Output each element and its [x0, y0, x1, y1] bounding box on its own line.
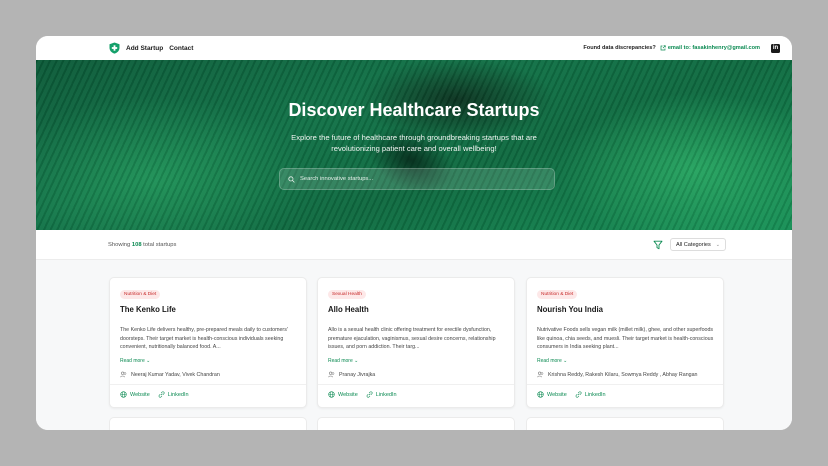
hero-title: Discover Healthcare Startups — [288, 100, 540, 120]
card-links: Website LinkedIn — [328, 391, 405, 398]
card-description: Allo is a sexual health clinic offering … — [328, 327, 496, 351]
filter-icon[interactable] — [653, 240, 663, 250]
chevron-down-icon: ⌄ — [715, 241, 720, 248]
linkedin-label: LinkedIn — [375, 391, 397, 398]
read-more-link[interactable]: Read more ⌄ — [537, 358, 567, 364]
website-link[interactable]: Website — [328, 391, 358, 398]
external-link-icon — [660, 45, 666, 51]
users-icon — [120, 371, 127, 378]
card-links: Website LinkedIn — [537, 391, 614, 398]
results-count: Showing 108 total startups — [108, 242, 176, 248]
founders: Pranay Jivrajka — [328, 371, 375, 378]
linkedin-link[interactable]: LinkedIn — [366, 391, 397, 398]
link-icon — [158, 391, 165, 398]
users-icon — [328, 371, 335, 378]
website-label: Website — [130, 391, 150, 398]
hero-search-box[interactable] — [279, 168, 555, 190]
linkedin-label: LinkedIn — [584, 391, 606, 398]
category-value: All Categories — [675, 241, 711, 248]
read-more-link[interactable]: Read more ⌄ — [328, 358, 358, 364]
nav-right: Found data discrepancies? email to: fasa… — [583, 43, 780, 53]
card-description: Nutrivative Foods sells vegan milk (mill… — [537, 327, 714, 351]
startup-card[interactable]: Nutrition & Diet Nourish You India Nutri… — [526, 277, 724, 408]
globe-icon — [537, 391, 544, 398]
founder-names: Krishna Reddy, Rakesh Kilaru, Sowmya Red… — [548, 371, 698, 378]
card-divider — [318, 384, 514, 385]
card-divider — [527, 384, 723, 385]
read-more-label: Read more — [120, 358, 145, 364]
globe-icon — [120, 391, 127, 398]
linkedin-link[interactable]: LinkedIn — [575, 391, 606, 398]
website-link[interactable]: Website — [537, 391, 567, 398]
startup-card-partial[interactable] — [109, 417, 307, 430]
chevron-down-icon: ⌄ — [146, 358, 151, 364]
add-startup-link[interactable]: Add Startup — [126, 45, 163, 52]
founders: Neeraj Kumar Yadav, Vivek Chandran — [120, 371, 220, 378]
read-more-link[interactable]: Read more ⌄ — [120, 358, 150, 364]
email-link[interactable]: email to: fasakinhenry@gmail.com — [668, 45, 760, 51]
card-title: The Kenko Life — [120, 305, 176, 314]
linkedin-link[interactable]: LinkedIn — [158, 391, 189, 398]
startup-card[interactable]: Nutrition & Diet The Kenko Life The Kenk… — [109, 277, 307, 408]
website-link[interactable]: Website — [120, 391, 150, 398]
card-description: The Kenko Life delivers healthy, pre-pre… — [120, 327, 288, 351]
startup-grid: Nutrition & Diet The Kenko Life The Kenk… — [36, 260, 792, 430]
globe-icon — [328, 391, 335, 398]
contact-link[interactable]: Contact — [169, 45, 193, 52]
card-links: Website LinkedIn — [120, 391, 197, 398]
category-select[interactable]: All Categories ⌄ — [669, 238, 726, 251]
linkedin-label: LinkedIn — [167, 391, 189, 398]
showing-prefix: Showing — [108, 241, 131, 248]
card-divider — [110, 384, 306, 385]
chevron-down-icon: ⌄ — [354, 358, 359, 364]
website-label: Website — [547, 391, 567, 398]
founder-names: Pranay Jivrajka — [339, 371, 376, 378]
read-more-label: Read more — [328, 358, 353, 364]
search-input[interactable] — [300, 176, 540, 182]
category-tag: Nutrition & Diet — [120, 290, 161, 299]
startup-card-partial[interactable] — [317, 417, 515, 430]
hero-banner: Discover Healthcare Startups Explore the… — [36, 60, 792, 230]
link-icon — [366, 391, 373, 398]
count-value: 108 — [131, 241, 142, 248]
card-title: Allo Health — [328, 305, 369, 314]
chevron-down-icon: ⌄ — [563, 358, 568, 364]
read-more-label: Read more — [537, 358, 562, 364]
hero-subtitle: Explore the future of healthcare through… — [291, 133, 537, 153]
users-icon — [537, 371, 544, 378]
linkedin-icon[interactable]: in — [771, 43, 780, 53]
category-tag: Nutrition & Diet — [537, 290, 578, 299]
card-title: Nourish You India — [537, 305, 603, 314]
founder-names: Neeraj Kumar Yadav, Vivek Chandran — [131, 371, 220, 378]
discrepancy-question: Found data discrepancies? — [583, 45, 656, 51]
showing-suffix: total startups — [143, 241, 177, 248]
link-icon — [575, 391, 582, 398]
browser-frame: Add Startup Contact Found data discrepan… — [36, 36, 792, 430]
search-icon — [288, 175, 295, 183]
top-nav: Add Startup Contact Found data discrepan… — [36, 36, 792, 60]
shield-plus-icon[interactable] — [109, 42, 120, 54]
startup-card[interactable]: Sexual Health Allo Health Allo is a sexu… — [317, 277, 515, 408]
category-tag: Sexual Health — [328, 290, 366, 299]
startup-card-partial[interactable] — [526, 417, 724, 430]
filter-bar: Showing 108 total startups All Categorie… — [36, 230, 792, 260]
founders: Krishna Reddy, Rakesh Kilaru, Sowmya Red… — [537, 371, 697, 378]
website-label: Website — [338, 391, 358, 398]
